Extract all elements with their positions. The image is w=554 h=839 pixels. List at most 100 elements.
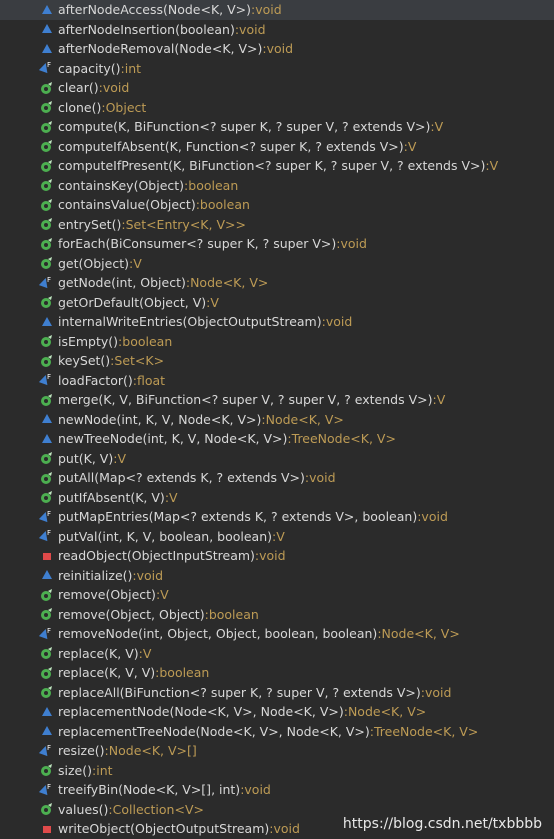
public-method-icon xyxy=(39,99,55,115)
outline-item[interactable]: Fresize() : Node<K, V>[] xyxy=(0,741,554,761)
public-method-icon xyxy=(39,392,55,408)
return-type: void xyxy=(136,567,164,583)
default-method-icon xyxy=(39,314,55,330)
return-type: Set<K> xyxy=(114,353,165,368)
default-method-icon xyxy=(39,411,55,427)
watermark: https://blog.csdn.net/txbbbb xyxy=(342,816,542,832)
return-type: V xyxy=(436,392,446,407)
outline-item[interactable]: containsKey(Object) : boolean xyxy=(0,176,554,196)
outline-item[interactable]: replaceAll(BiFunction<? super K, ? super… xyxy=(0,683,554,703)
outline-item[interactable]: computeIfPresent(K, BiFunction<? super K… xyxy=(0,156,554,176)
public-method-icon xyxy=(39,216,55,232)
return-type: int xyxy=(124,60,142,76)
outline-item[interactable]: FputMapEntries(Map<? extends K, ? extend… xyxy=(0,507,554,527)
public-method-icon xyxy=(39,450,55,466)
method-signature: replace(K, V) xyxy=(58,645,139,661)
method-signature: getOrDefault(Object, V) xyxy=(58,294,207,310)
public-method-icon xyxy=(39,587,55,603)
outline-item[interactable]: replacementNode(Node<K, V>, Node<K, V>) … xyxy=(0,702,554,722)
return-type: boolean xyxy=(208,606,259,622)
method-signature: clear() xyxy=(58,80,99,95)
outline-item[interactable]: afterNodeAccess(Node<K, V>) : void xyxy=(0,0,554,20)
outline-item[interactable]: clone() : Object xyxy=(0,98,554,118)
return-type: TreeNode<K, V> xyxy=(291,431,396,446)
outline-item[interactable]: isEmpty() : boolean xyxy=(0,332,554,352)
outline-item[interactable]: entrySet() : Set<Entry<K, V>> xyxy=(0,215,554,235)
return-type: void xyxy=(259,548,286,563)
method-signature: merge(K, V, BiFunction<? super V, ? supe… xyxy=(58,392,433,407)
return-type: V xyxy=(434,119,444,134)
public-method-icon xyxy=(39,645,55,661)
outline-item[interactable]: newNode(int, K, V, Node<K, V>) : Node<K,… xyxy=(0,410,554,430)
return-type: void xyxy=(424,684,452,700)
final-method-icon: F xyxy=(39,528,55,544)
method-signature: computeIfPresent(K, BiFunction<? super K… xyxy=(58,158,486,173)
outline-item[interactable]: compute(K, BiFunction<? super K, ? super… xyxy=(0,117,554,137)
outline-item[interactable]: forEach(BiConsumer<? super K, ? super V>… xyxy=(0,234,554,254)
return-type: void xyxy=(309,470,336,485)
method-signature: internalWriteEntries(ObjectOutputStream) xyxy=(58,314,322,329)
outline-item[interactable]: remove(Object, Object) : boolean xyxy=(0,605,554,625)
outline-item[interactable]: newTreeNode(int, K, V, Node<K, V>) : Tre… xyxy=(0,429,554,449)
outline-item[interactable]: reinitialize() : void xyxy=(0,566,554,586)
outline-item[interactable]: FremoveNode(int, Object, Object, boolean… xyxy=(0,624,554,644)
outline-item[interactable]: keySet() : Set<K> xyxy=(0,351,554,371)
method-signature: computeIfAbsent(K, Function<? super K, ?… xyxy=(58,138,404,154)
method-signature: replaceAll(BiFunction<? super K, ? super… xyxy=(58,684,421,700)
outline-item[interactable]: FputVal(int, K, V, boolean, boolean) : V xyxy=(0,527,554,547)
outline-item[interactable]: merge(K, V, BiFunction<? super V, ? supe… xyxy=(0,390,554,410)
outline-item[interactable]: put(K, V) : V xyxy=(0,449,554,469)
return-type: Node<K, V> xyxy=(265,411,344,427)
method-signature: values() xyxy=(58,801,109,817)
public-method-icon xyxy=(39,236,55,252)
public-method-icon xyxy=(39,80,55,96)
outline-item[interactable]: afterNodeInsertion(boolean) : void xyxy=(0,20,554,40)
method-signature: afterNodeRemoval(Node<K, V>) xyxy=(58,41,263,56)
outline-item[interactable]: replace(K, V, V) : boolean xyxy=(0,663,554,683)
method-signature: afterNodeInsertion(boolean) xyxy=(58,21,235,37)
outline-item[interactable]: Fcapacity() : int xyxy=(0,59,554,79)
default-method-icon xyxy=(39,431,55,447)
outline-item[interactable]: FloadFactor() : float xyxy=(0,371,554,391)
outline-item[interactable]: size() : int xyxy=(0,761,554,781)
svg-text:F: F xyxy=(47,276,51,284)
outline-item[interactable]: putIfAbsent(K, V) : V xyxy=(0,488,554,508)
outline-item[interactable]: computeIfAbsent(K, Function<? super K, ?… xyxy=(0,137,554,157)
outline-item[interactable]: containsValue(Object) : boolean xyxy=(0,195,554,215)
public-method-icon xyxy=(39,177,55,193)
return-type: void xyxy=(239,21,266,37)
public-method-icon xyxy=(39,684,55,700)
public-method-icon xyxy=(39,158,55,174)
return-type: TreeNode<K, V> xyxy=(374,723,479,739)
default-method-icon xyxy=(39,41,55,57)
return-type: V xyxy=(142,645,152,661)
outline-item[interactable]: internalWriteEntries(ObjectOutputStream)… xyxy=(0,312,554,332)
final-method-icon: F xyxy=(39,372,55,388)
return-type: Object xyxy=(105,99,147,115)
method-signature: entrySet() xyxy=(58,216,122,232)
outline-item[interactable]: get(Object) : V xyxy=(0,254,554,274)
outline-item[interactable]: replacementTreeNode(Node<K, V>, Node<K, … xyxy=(0,722,554,742)
outline-item[interactable]: FtreeifyBin(Node<K, V>[], int) : void xyxy=(0,780,554,800)
outline-item[interactable]: readObject(ObjectInputStream) : void xyxy=(0,546,554,566)
public-method-icon xyxy=(39,762,55,778)
outline-item[interactable]: FgetNode(int, Object) : Node<K, V> xyxy=(0,273,554,293)
return-type: V xyxy=(407,138,417,154)
return-type: Node<K, V>[] xyxy=(108,743,197,758)
private-method-icon xyxy=(39,821,55,837)
return-type: void xyxy=(340,236,367,251)
outline-item[interactable]: putAll(Map<? extends K, ? extends V>) : … xyxy=(0,468,554,488)
return-type: V xyxy=(160,587,169,602)
outline-item[interactable]: clear() : void xyxy=(0,78,554,98)
default-method-icon xyxy=(39,723,55,739)
outline-item[interactable]: afterNodeRemoval(Node<K, V>) : void xyxy=(0,39,554,59)
outline-item[interactable]: remove(Object) : V xyxy=(0,585,554,605)
return-type: Node<K, V> xyxy=(190,275,269,290)
return-type: boolean xyxy=(122,333,173,349)
outline-item[interactable]: getOrDefault(Object, V) : V xyxy=(0,293,554,313)
return-type: void xyxy=(421,509,448,524)
outline-item[interactable]: replace(K, V) : V xyxy=(0,644,554,664)
final-method-icon: F xyxy=(39,275,55,291)
public-method-icon xyxy=(39,138,55,154)
return-type: Node<K, V> xyxy=(347,704,427,719)
